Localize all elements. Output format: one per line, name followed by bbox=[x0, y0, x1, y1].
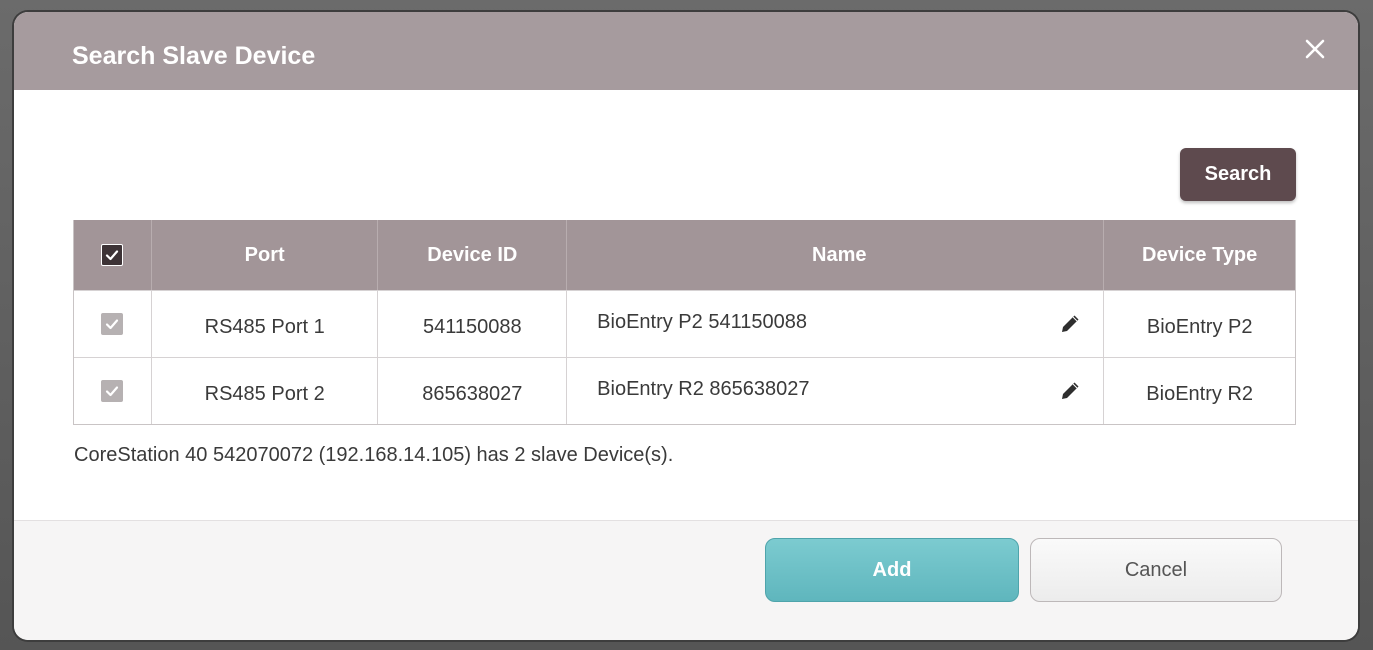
name-cell: BioEntry P2 541150088 bbox=[567, 291, 1105, 357]
column-header-name[interactable]: Name bbox=[567, 220, 1105, 290]
device-name: BioEntry R2 865638027 bbox=[597, 378, 810, 400]
slave-device-summary: CoreStation 40 542070072 (192.168.14.105… bbox=[74, 444, 674, 466]
dialog-title: Search Slave Device bbox=[72, 42, 316, 70]
checkmark-icon bbox=[106, 250, 119, 261]
checkmark-icon bbox=[106, 319, 119, 330]
column-header-device-id[interactable]: Device ID bbox=[378, 220, 568, 290]
device-id-cell: 865638027 bbox=[378, 358, 568, 424]
pencil-icon[interactable] bbox=[1059, 313, 1081, 335]
search-button[interactable]: Search bbox=[1180, 148, 1296, 201]
row-check-cell bbox=[74, 291, 152, 357]
port-cell: RS485 Port 1 bbox=[152, 291, 379, 357]
table-row[interactable]: RS485 Port 1 541150088 BioEntry P2 54115… bbox=[74, 290, 1295, 357]
device-id-cell: 541150088 bbox=[378, 291, 568, 357]
add-button[interactable]: Add bbox=[765, 538, 1019, 602]
name-cell: BioEntry R2 865638027 bbox=[567, 358, 1105, 424]
header-check-cell bbox=[74, 220, 152, 290]
pencil-icon[interactable] bbox=[1059, 380, 1081, 402]
select-all-checkbox[interactable] bbox=[101, 244, 124, 266]
row-check-cell bbox=[74, 358, 152, 424]
close-icon[interactable] bbox=[1300, 34, 1330, 64]
device-type-cell: BioEntry P2 bbox=[1146, 315, 1253, 338]
device-type-cell: BioEntry R2 bbox=[1146, 382, 1254, 405]
column-header-port[interactable]: Port bbox=[152, 220, 379, 290]
row-checkbox[interactable] bbox=[101, 380, 124, 402]
dialog-header: Search Slave Device bbox=[14, 12, 1358, 90]
slave-device-table: Port Device ID Name Device Type RS485 Po… bbox=[73, 220, 1296, 425]
port-cell: RS485 Port 2 bbox=[152, 358, 379, 424]
column-header-device-type[interactable]: Device Type bbox=[1104, 220, 1295, 290]
device-name: BioEntry P2 541150088 bbox=[597, 311, 807, 333]
table-row[interactable]: RS485 Port 2 865638027 BioEntry R2 86563… bbox=[74, 357, 1295, 424]
cancel-button[interactable]: Cancel bbox=[1030, 538, 1282, 602]
checkmark-icon bbox=[106, 386, 119, 397]
row-checkbox[interactable] bbox=[101, 313, 124, 335]
table-header: Port Device ID Name Device Type bbox=[74, 220, 1295, 290]
